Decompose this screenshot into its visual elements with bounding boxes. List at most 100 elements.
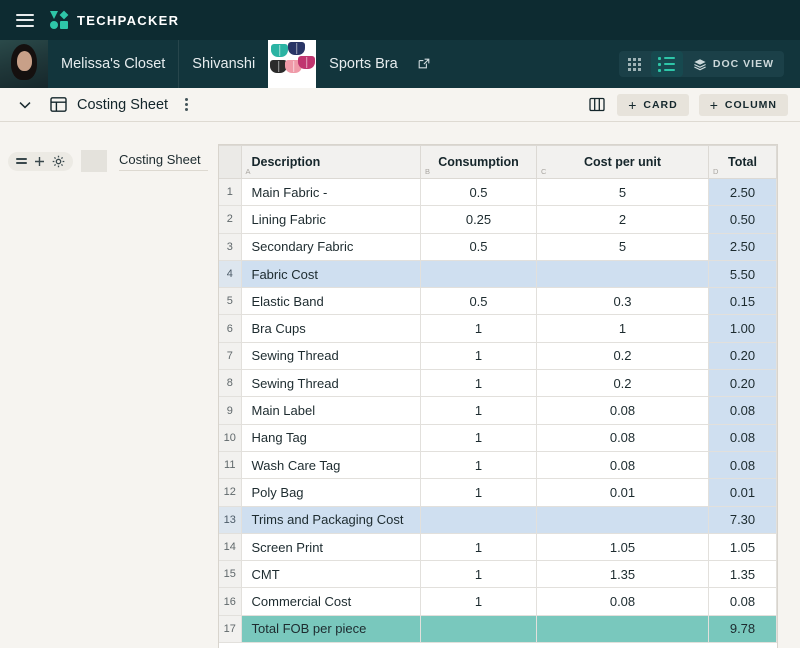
- table-row[interactable]: 5 Elastic Band 0.5 0.3 0.15: [219, 287, 777, 316]
- table-row[interactable]: 16 Commercial Cost 1 0.08 0.08: [219, 587, 777, 616]
- table-row[interactable]: 3 Secondary Fabric 0.5 5 2.50: [219, 232, 777, 261]
- cell-cost-per-unit[interactable]: 0.08: [536, 450, 709, 480]
- cell-cost-per-unit[interactable]: 0.08: [536, 587, 709, 616]
- cell-total[interactable]: 0.20: [708, 341, 777, 371]
- cell-cost-per-unit[interactable]: 2: [536, 205, 709, 234]
- doc-view-button[interactable]: DOC VIEW: [683, 51, 784, 77]
- add-column-button[interactable]: + COLUMN: [698, 93, 788, 116]
- plus-icon[interactable]: [34, 156, 45, 167]
- cell-consumption[interactable]: 1: [420, 587, 537, 616]
- cell-total[interactable]: 2.50: [708, 232, 777, 261]
- table-row[interactable]: 15 CMT 1 1.35 1.35: [219, 560, 777, 589]
- cell-cost-per-unit[interactable]: 1: [536, 314, 709, 343]
- kebab-menu-icon[interactable]: [180, 94, 193, 115]
- cell-description[interactable]: Main Label: [240, 396, 421, 425]
- cell-description[interactable]: Hang Tag: [240, 423, 421, 452]
- cell-consumption[interactable]: 0.5: [420, 232, 537, 261]
- drag-handle-icon[interactable]: [16, 158, 27, 164]
- cell-total[interactable]: 0.08: [708, 450, 777, 480]
- grid-view-icon[interactable]: [619, 51, 651, 77]
- cell-consumption[interactable]: 1: [420, 314, 537, 343]
- cell-total[interactable]: 2.50: [708, 177, 777, 207]
- avatar[interactable]: [0, 40, 48, 88]
- cell-total[interactable]: 9.78: [708, 614, 777, 644]
- table-row[interactable]: 8 Sewing Thread 1 0.2 0.20: [219, 369, 777, 398]
- cell-total[interactable]: 0.08: [708, 587, 777, 616]
- cell-description[interactable]: Sewing Thread: [240, 369, 421, 398]
- cell-description[interactable]: Total FOB per piece: [240, 614, 421, 644]
- cell-consumption[interactable]: 1: [420, 341, 537, 371]
- card-thumbnail[interactable]: [268, 40, 317, 88]
- table-row[interactable]: 4 Fabric Cost 5.50: [219, 259, 777, 289]
- cell-cost-per-unit[interactable]: 5: [536, 177, 709, 207]
- breadcrumb-item-folder[interactable]: Shivanshi: [179, 40, 268, 88]
- sidebar-item-costing-sheet[interactable]: Costing Sheet: [0, 148, 218, 174]
- cell-total[interactable]: 0.08: [708, 396, 777, 425]
- cell-consumption[interactable]: [420, 614, 537, 644]
- cell-description[interactable]: Screen Print: [240, 532, 421, 562]
- cell-cost-per-unit[interactable]: 0.3: [536, 287, 709, 316]
- table-row[interactable]: 12 Poly Bag 1 0.01 0.01: [219, 478, 777, 507]
- cell-consumption[interactable]: 1: [420, 396, 537, 425]
- cell-consumption[interactable]: 1: [420, 369, 537, 398]
- table-row[interactable]: 11 Wash Care Tag 1 0.08 0.08: [219, 450, 777, 480]
- cell-cost-per-unit[interactable]: 5: [536, 232, 709, 261]
- hamburger-icon[interactable]: [16, 13, 34, 27]
- cell-description[interactable]: Commercial Cost: [240, 587, 421, 616]
- columns-icon[interactable]: [587, 95, 607, 114]
- cell-cost-per-unit[interactable]: [536, 614, 709, 644]
- table-row[interactable]: 17 Total FOB per piece 9.78: [219, 614, 777, 644]
- cell-consumption[interactable]: 1: [420, 450, 537, 480]
- table-row[interactable]: 2 Lining Fabric 0.25 2 0.50: [219, 205, 777, 234]
- cell-cost-per-unit[interactable]: [536, 505, 709, 534]
- cell-cost-per-unit[interactable]: 0.2: [536, 341, 709, 371]
- cell-consumption[interactable]: 1: [420, 423, 537, 452]
- cell-total[interactable]: 0.01: [708, 478, 777, 507]
- gear-icon[interactable]: [52, 155, 65, 168]
- cell-consumption[interactable]: 1: [420, 532, 537, 562]
- cell-consumption[interactable]: 0.25: [420, 205, 537, 234]
- cell-cost-per-unit[interactable]: 0.01: [536, 478, 709, 507]
- table-row[interactable]: 6 Bra Cups 1 1 1.00: [219, 314, 777, 343]
- column-header-description[interactable]: A Description: [240, 145, 421, 179]
- cell-description[interactable]: Trims and Packaging Cost: [240, 505, 421, 534]
- cell-total[interactable]: 1.35: [708, 560, 777, 589]
- column-header-consumption[interactable]: B Consumption: [420, 145, 537, 179]
- cell-description[interactable]: Bra Cups: [240, 314, 421, 343]
- cell-consumption[interactable]: 1: [420, 478, 537, 507]
- cell-description[interactable]: Lining Fabric: [240, 205, 421, 234]
- cell-total[interactable]: 1.05: [708, 532, 777, 562]
- table-row[interactable]: 9 Main Label 1 0.08 0.08: [219, 396, 777, 425]
- column-header-total[interactable]: D Total: [708, 145, 777, 179]
- cell-description[interactable]: Wash Care Tag: [240, 450, 421, 480]
- cell-cost-per-unit[interactable]: 0.08: [536, 423, 709, 452]
- column-header-cost-per-unit[interactable]: C Cost per unit: [536, 145, 709, 179]
- cell-consumption[interactable]: [420, 259, 537, 289]
- breadcrumb-item-workspace[interactable]: Melissa's Closet: [48, 40, 180, 88]
- cell-total[interactable]: 7.30: [708, 505, 777, 534]
- add-card-button[interactable]: + CARD: [617, 93, 689, 116]
- app-logo[interactable]: TECHPACKER: [50, 10, 179, 29]
- cell-description[interactable]: Elastic Band: [240, 287, 421, 316]
- list-view-icon[interactable]: [650, 51, 683, 77]
- cell-cost-per-unit[interactable]: 0.2: [536, 369, 709, 398]
- cell-total[interactable]: 0.15: [708, 287, 777, 316]
- cell-cost-per-unit[interactable]: 1.05: [536, 532, 709, 562]
- cell-consumption[interactable]: 1: [420, 560, 537, 589]
- cell-description[interactable]: Secondary Fabric: [240, 232, 421, 261]
- table-row[interactable]: 10 Hang Tag 1 0.08 0.08: [219, 423, 777, 452]
- cell-consumption[interactable]: 0.5: [420, 287, 537, 316]
- cell-total[interactable]: 0.50: [708, 205, 777, 234]
- table-row[interactable]: 7 Sewing Thread 1 0.2 0.20: [219, 341, 777, 371]
- cell-consumption[interactable]: [420, 505, 537, 534]
- cell-description[interactable]: Sewing Thread: [240, 341, 421, 371]
- cell-total[interactable]: 5.50: [708, 259, 777, 289]
- cell-total[interactable]: 0.20: [708, 369, 777, 398]
- cell-total[interactable]: 1.00: [708, 314, 777, 343]
- cell-cost-per-unit[interactable]: [536, 259, 709, 289]
- cell-cost-per-unit[interactable]: 1.35: [536, 560, 709, 589]
- cell-description[interactable]: Main Fabric -: [240, 177, 421, 207]
- cell-description[interactable]: CMT: [240, 560, 421, 589]
- cell-cost-per-unit[interactable]: 0.08: [536, 396, 709, 425]
- table-row[interactable]: 14 Screen Print 1 1.05 1.05: [219, 532, 777, 562]
